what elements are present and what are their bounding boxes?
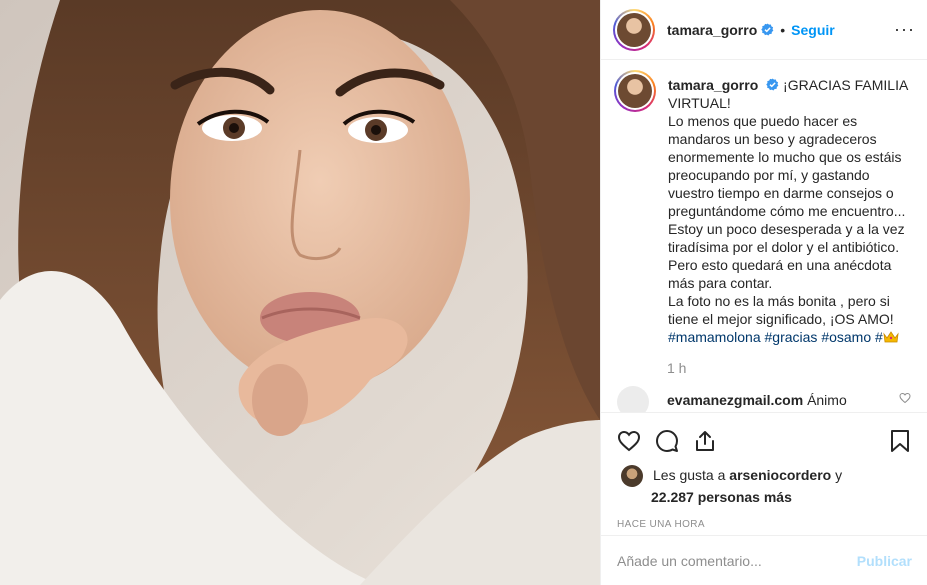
follow-button[interactable]: Seguir	[791, 22, 835, 38]
verified-badge-icon	[766, 78, 779, 91]
caption-author-avatar[interactable]	[614, 70, 656, 112]
post-actions: Les gusta a arseniocordero y 22.287 pers…	[601, 412, 927, 530]
commenter-username[interactable]: evamanezgmail.com	[667, 392, 803, 408]
caption-line: Estoy un poco desesperada y a la vez	[668, 221, 905, 237]
heart-icon[interactable]	[617, 429, 641, 453]
caption-line: Lo menos que puedo hacer es	[668, 113, 858, 129]
caption-username[interactable]: tamara_gorro	[668, 77, 758, 93]
caption-line: preguntándome cómo me encuentro...	[668, 203, 906, 219]
liker-username[interactable]: arseniocordero	[729, 467, 831, 483]
caption-line: enormemente lo mucho que os estáis	[668, 149, 902, 165]
action-icons-row	[617, 413, 912, 469]
caption-line: tiradísima por el dolor y el antibiótico…	[668, 239, 900, 255]
publish-button[interactable]: Publicar	[857, 553, 912, 569]
separator-dot: •	[780, 21, 786, 38]
caption-line: tiene el mejor significado, ¡OS AMO!	[668, 311, 894, 327]
post-photo-illustration	[0, 0, 600, 585]
comment-input[interactable]	[617, 552, 857, 569]
share-icon[interactable]	[693, 429, 717, 453]
caption-line: VIRTUAL!	[668, 95, 731, 111]
more-options-button[interactable]: ···	[894, 20, 915, 38]
caption-line: más para contar.	[668, 275, 773, 291]
caption-line: vuestro tiempo en darme consejos o	[668, 185, 894, 201]
hashtag-link[interactable]: #	[875, 329, 899, 345]
comment-item: evamanezgmail.com Ánimo	[617, 386, 911, 412]
bookmark-icon[interactable]	[888, 429, 912, 453]
caption-line: La foto no es la más bonita , pero si	[668, 293, 890, 309]
commenter-avatar[interactable]	[617, 386, 649, 412]
caption-line: ¡GRACIAS FAMILIA	[783, 77, 909, 93]
comment-body: Ánimo	[807, 392, 847, 408]
caption-line: preocupando por mí, y gastando	[668, 167, 870, 183]
post-timestamp[interactable]: HACE UNA HORA	[617, 519, 912, 530]
hashtag-link[interactable]: #osamo	[821, 329, 871, 345]
crown-emoji-icon	[883, 331, 899, 343]
hashtag-link[interactable]: #mamamolona	[668, 329, 761, 345]
comment-text: evamanezgmail.com Ánimo	[667, 392, 847, 408]
comment-bubble-icon[interactable]	[655, 429, 679, 453]
post-photo[interactable]	[0, 0, 600, 585]
caption-timestamp: 1 h	[667, 360, 687, 376]
caption-line: Pero esto quedará en una anécdota	[668, 257, 892, 273]
author-avatar-image	[617, 12, 651, 47]
hashtag-link[interactable]: #gracias	[765, 329, 818, 345]
author-username[interactable]: tamara_gorro	[667, 22, 757, 38]
comments-section[interactable]: tamara_gorro ¡GRACIAS FAMILIA VIRTUAL! L…	[601, 60, 927, 412]
likes-prefix: Les gusta a	[653, 467, 726, 483]
author-avatar[interactable]	[613, 8, 655, 51]
comment-like-heart-icon[interactable]	[899, 392, 911, 404]
verified-badge-icon	[761, 23, 774, 36]
post-caption: tamara_gorro ¡GRACIAS FAMILIA VIRTUAL! L…	[614, 70, 911, 346]
post-side-panel: tamara_gorro • Seguir ··· tamara_gorro ¡…	[600, 0, 927, 585]
post-header: tamara_gorro • Seguir ···	[601, 0, 927, 60]
likes-conjunction: y	[835, 467, 843, 483]
likes-count[interactable]: 22.287 personas más	[651, 487, 792, 507]
likes-count-row: 22.287 personas más	[617, 487, 912, 507]
caption-text: tamara_gorro ¡GRACIAS FAMILIA VIRTUAL! L…	[668, 76, 911, 346]
caption-line: mandaros un beso y agradeceros	[668, 131, 877, 147]
add-comment-bar: Publicar	[601, 535, 927, 585]
